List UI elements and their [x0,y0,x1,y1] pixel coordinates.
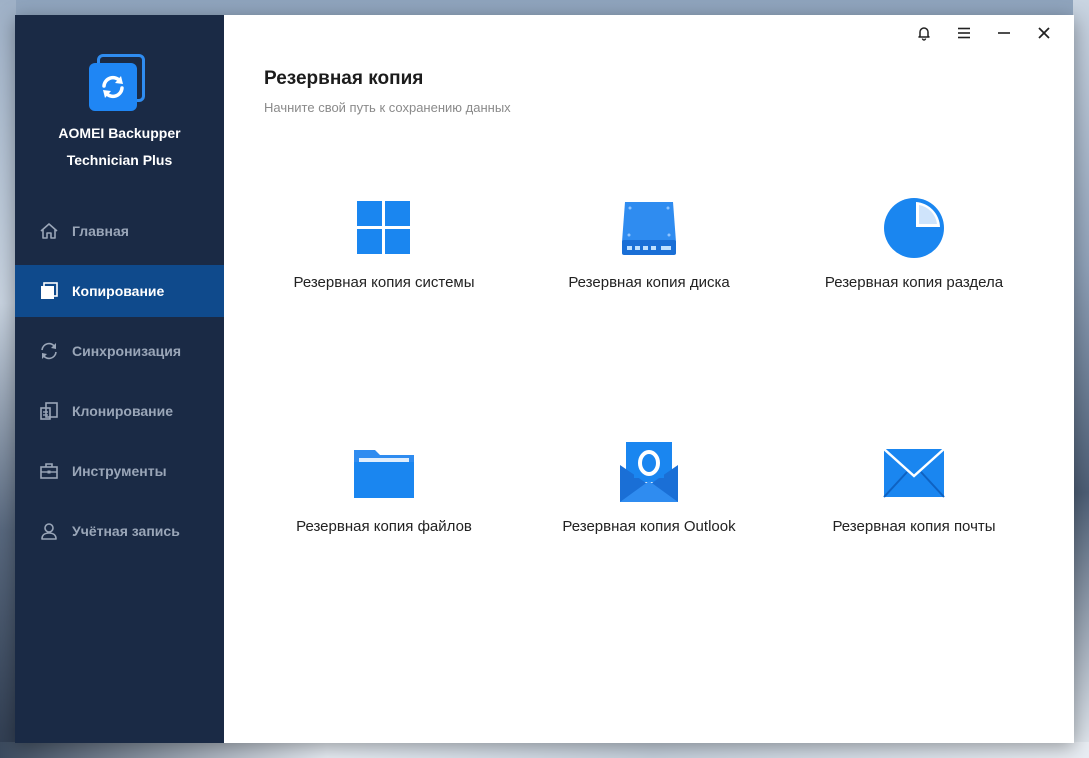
disk-backup-tile[interactable]: Резервная копия диска [519,196,779,316]
bell-icon [916,25,932,46]
folder-icon [352,440,416,504]
mail-envelope-icon [882,440,946,504]
copy-icon [39,281,59,301]
logo-sync-icon [89,63,137,111]
main-menu-button[interactable] [944,23,984,47]
notifications-button[interactable] [904,23,944,47]
tile-label: Резервная копия диска [568,274,730,291]
desktop-background-left [0,0,16,758]
tile-label: Резервная копия файлов [296,518,472,535]
sidebar-item-label: Клонирование [72,403,174,419]
sidebar-item-clone[interactable]: Клонирование [15,385,224,437]
close-button[interactable] [1024,23,1064,47]
outlook-backup-tile[interactable]: Резервная копия Outlook [519,440,779,560]
sidebar-item-home[interactable]: Главная [15,205,224,257]
home-icon [39,221,59,241]
file-backup-tile[interactable]: Резервная копия файлов [254,440,514,560]
partition-backup-tile[interactable]: Резервная копия раздела [784,196,1044,316]
email-backup-tile[interactable]: Резервная копия почты [784,440,1044,560]
main-panel: Резервная копия Начните свой путь к сохр… [224,15,1074,743]
sidebar: AOMEI Backupper Technician Plus Главная … [15,15,224,743]
tile-label: Резервная копия почты [832,518,996,535]
sidebar-item-label: Копирование [72,283,165,299]
sidebar-item-account[interactable]: Учётная запись [15,505,224,557]
app-name: AOMEI Backupper [58,125,181,141]
sync-icon [39,341,59,361]
user-icon [39,521,59,541]
menu-icon [956,25,972,46]
title-bar-controls [904,23,1064,47]
app-logo [89,54,149,114]
page-title: Резервная копия [264,68,424,89]
disk-icon [617,196,681,260]
minimize-icon [996,25,1012,46]
sidebar-item-copy[interactable]: Копирование [15,265,224,317]
tile-label: Резервная копия системы [293,274,475,291]
partition-pie-icon [882,196,946,260]
clone-icon [39,401,59,421]
app-window: AOMEI Backupper Technician Plus Главная … [15,15,1074,743]
close-icon [1036,25,1052,46]
app-edition: Technician Plus [66,152,173,168]
toolbox-icon [39,461,59,481]
sidebar-nav: Главная Копирование Синхронизация Клонир… [15,205,224,565]
sidebar-item-label: Учётная запись [72,523,180,539]
desktop-background-bottom [0,742,1089,758]
page-subtitle: Начните свой путь к сохранению данных [264,100,511,115]
windows-icon [352,196,416,260]
outlook-icon [617,440,681,504]
minimize-button[interactable] [984,23,1024,47]
sidebar-item-sync[interactable]: Синхронизация [15,325,224,377]
tile-label: Резервная копия Outlook [562,518,736,535]
sidebar-item-label: Главная [72,223,129,239]
sidebar-item-label: Инструменты [72,463,167,479]
system-backup-tile[interactable]: Резервная копия системы [254,196,514,316]
tile-label: Резервная копия раздела [824,274,1004,291]
sidebar-item-tools[interactable]: Инструменты [15,445,224,497]
desktop-background-right [1073,0,1089,758]
sidebar-item-label: Синхронизация [72,343,182,359]
